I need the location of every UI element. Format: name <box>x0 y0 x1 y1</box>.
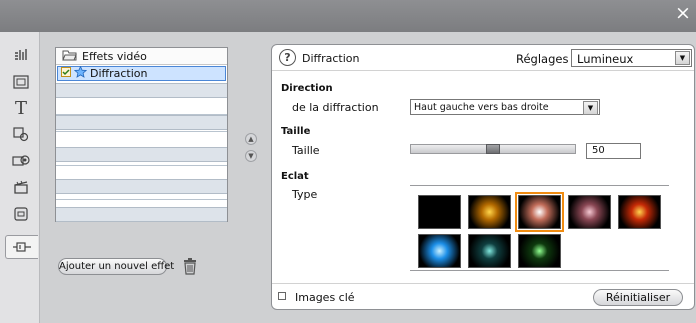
list-stripe <box>56 179 227 194</box>
flare-blue-swatch[interactable] <box>418 234 461 268</box>
size-section-title: Taille <box>281 126 311 137</box>
size-label: Taille <box>292 144 320 157</box>
tool-video-effects-icon[interactable] <box>5 235 38 259</box>
list-stripe <box>56 83 227 98</box>
flare-type-label: Type <box>292 188 318 201</box>
list-item-label: Diffraction <box>90 67 148 80</box>
tool-camera-icon[interactable] <box>9 149 33 171</box>
folder-icon <box>62 49 77 64</box>
effect-settings-panel: ? Diffraction Réglages : Lumineux ▼ Dire… <box>271 44 695 310</box>
flare-green-swatch[interactable] <box>518 234 561 268</box>
fx-enabled-icon[interactable] <box>61 67 71 80</box>
direction-section-title: Direction <box>281 83 333 94</box>
effects-window: × T Effets vidéo Diffraction ▲ ▼ Ajouter… <box>0 0 696 323</box>
effect-title-row: ? Diffraction Réglages : Lumineux ▼ <box>272 45 694 71</box>
presets-label: Réglages : <box>516 52 576 66</box>
flare-section-title: Eclat <box>281 171 309 182</box>
arrow-up-icon[interactable]: ▲ <box>245 133 257 145</box>
title-bar: × <box>0 0 696 32</box>
effects-list-header: Effets vidéo <box>56 48 227 65</box>
tool-audio-icon[interactable] <box>9 44 33 66</box>
list-item-diffraction[interactable]: Diffraction <box>57 65 226 81</box>
flare-red-swatch[interactable] <box>618 195 661 229</box>
tool-audio-effects-icon[interactable] <box>9 123 33 145</box>
tool-sidebar: T <box>0 32 40 323</box>
keyframes-row: Images clé Réinitialiser <box>272 283 694 309</box>
presets-dropdown[interactable]: Lumineux ▼ <box>571 49 692 67</box>
keyframes-label: Images clé <box>295 291 355 304</box>
flare-teal-swatch[interactable] <box>468 234 511 268</box>
list-stripe <box>56 147 227 162</box>
flare-type-grid <box>410 185 669 271</box>
star-icon <box>73 65 88 81</box>
keyframes-checkbox[interactable] <box>278 292 286 300</box>
flare-white-swatch[interactable] <box>515 192 564 232</box>
trash-icon[interactable] <box>183 258 197 275</box>
tool-title-icon[interactable]: T <box>9 97 33 119</box>
close-icon[interactable]: × <box>674 2 692 24</box>
effects-list-panel: Effets vidéo Diffraction <box>55 47 228 222</box>
tool-square-icon[interactable] <box>9 203 33 225</box>
list-stripe <box>56 115 227 130</box>
size-slider-thumb[interactable] <box>486 144 500 154</box>
effect-title: Diffraction <box>302 52 360 65</box>
size-slider[interactable] <box>410 144 576 154</box>
flare-pink-swatch[interactable] <box>568 195 611 229</box>
direction-label: de la diffraction <box>292 101 379 114</box>
arrow-down-icon[interactable]: ▼ <box>245 150 257 162</box>
chevron-down-icon[interactable]: ▼ <box>583 101 598 115</box>
tool-image-icon[interactable] <box>9 71 33 93</box>
chevron-down-icon[interactable]: ▼ <box>675 51 690 65</box>
help-icon[interactable]: ? <box>279 49 296 66</box>
add-effect-button[interactable]: Ajouter un nouvel effet <box>58 258 174 275</box>
effects-list-title: Effets vidéo <box>82 49 147 63</box>
flare-gold-swatch[interactable] <box>468 195 511 229</box>
size-input[interactable]: 50 <box>586 143 641 159</box>
direction-value: Haut gauche vers bas droite <box>414 102 549 113</box>
presets-value: Lumineux <box>577 52 634 66</box>
reset-button[interactable]: Réinitialiser <box>593 289 683 306</box>
flare-black-swatch[interactable] <box>418 195 461 229</box>
tool-clapperboard-icon[interactable] <box>9 176 33 198</box>
list-stripe <box>56 207 227 222</box>
direction-dropdown[interactable]: Haut gauche vers bas droite ▼ <box>410 99 600 115</box>
list-empty-rows <box>56 83 227 222</box>
